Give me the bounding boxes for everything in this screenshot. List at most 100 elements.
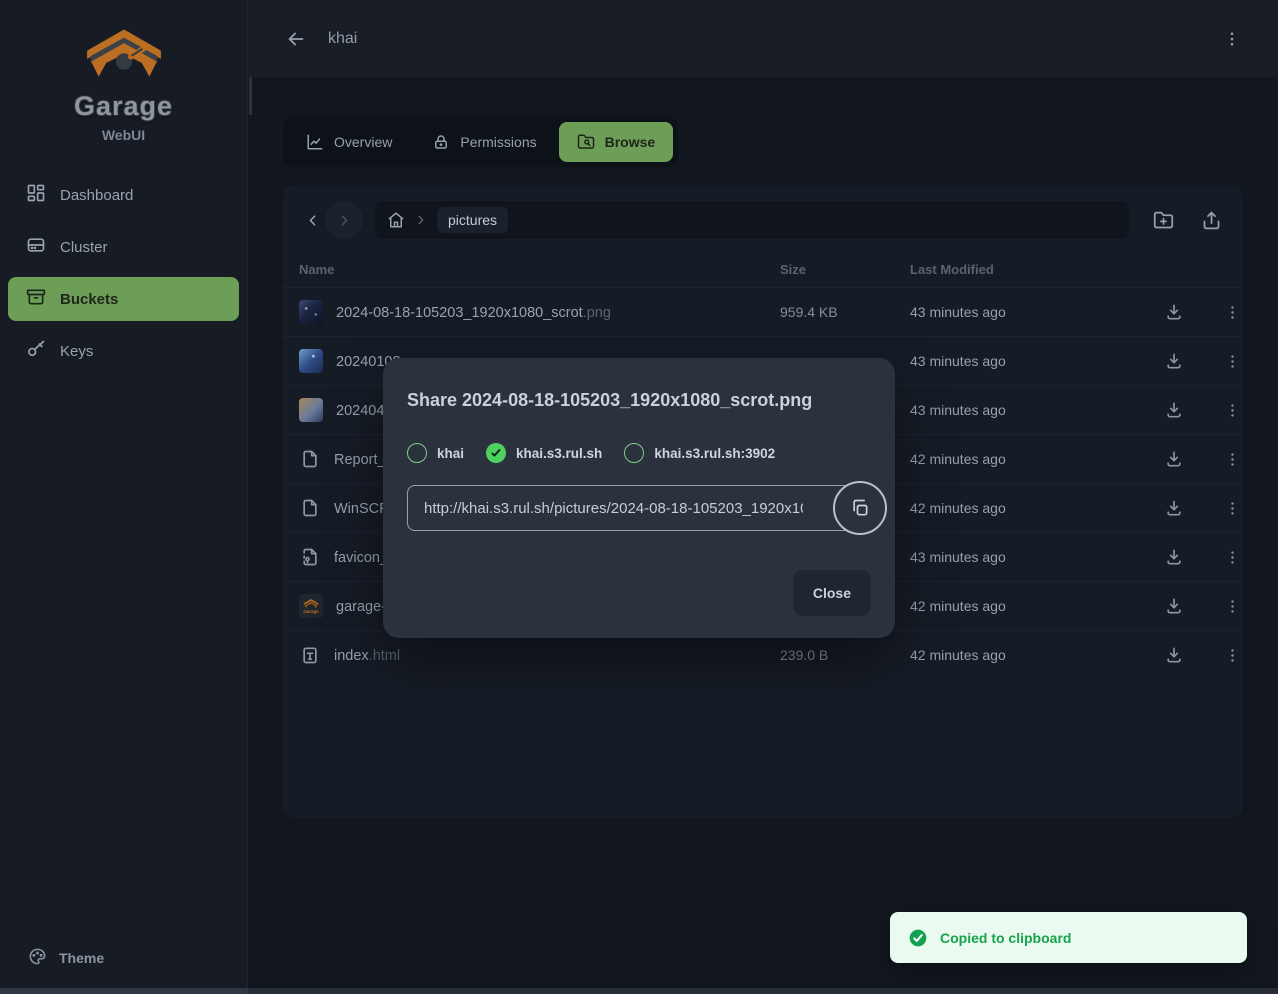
row-menu-button[interactable]: [1221, 448, 1243, 470]
history-forward-button[interactable]: [325, 201, 363, 239]
file-name: 2024-08-18-105203_1920x1080_scrot: [336, 305, 583, 321]
row-actions: [1163, 399, 1243, 421]
bucket-tabs: Overview Permissions Browse: [283, 117, 678, 167]
file-name-cell: 2024-08-18-105203_1920x1080_scrot.png: [299, 300, 780, 324]
download-icon: [1164, 498, 1184, 518]
download-button[interactable]: [1163, 399, 1185, 421]
sidebar-item-keys[interactable]: Keys: [8, 329, 239, 373]
row-menu-button[interactable]: [1221, 350, 1243, 372]
download-button[interactable]: [1163, 546, 1185, 568]
copy-icon: [850, 498, 870, 518]
tab-label: Overview: [334, 134, 392, 150]
domain-option-khai-s3[interactable]: khai.s3.rul.sh: [486, 443, 602, 463]
bucket-menu-button[interactable]: [1218, 25, 1246, 53]
row-actions: [1163, 546, 1243, 568]
row-actions: [1163, 350, 1243, 372]
upload-button[interactable]: [1195, 204, 1227, 236]
sidebar: Garage WebUI Dashboard: [0, 0, 248, 994]
domain-option-khai-s3-port[interactable]: khai.s3.rul.sh:3902: [624, 443, 775, 463]
row-menu-button[interactable]: [1221, 497, 1243, 519]
download-button[interactable]: [1163, 301, 1185, 323]
cluster-icon: [26, 235, 46, 259]
folder-plus-icon: [1153, 210, 1174, 231]
vertical-scrollbar-thumb[interactable]: [249, 77, 252, 115]
ellipsis-vertical-icon: [1224, 549, 1241, 566]
row-menu-button[interactable]: [1221, 546, 1243, 568]
tab-browse[interactable]: Browse: [559, 122, 674, 162]
sidebar-item-cluster[interactable]: Cluster: [8, 225, 239, 269]
tab-permissions[interactable]: Permissions: [414, 122, 554, 162]
download-button[interactable]: [1163, 644, 1185, 666]
row-menu-button[interactable]: [1221, 595, 1243, 617]
file-extension: .png: [583, 305, 611, 321]
tab-label: Browse: [605, 134, 656, 150]
buckets-icon: [26, 287, 46, 311]
home-icon[interactable]: [387, 211, 405, 229]
close-modal-button[interactable]: Close: [793, 570, 871, 616]
app-name: Garage: [74, 91, 173, 122]
domain-option-khai[interactable]: khai: [407, 443, 464, 463]
download-button[interactable]: [1163, 497, 1185, 519]
check-circle-icon: [908, 928, 928, 948]
row-actions: [1163, 644, 1243, 666]
sidebar-item-dashboard[interactable]: Dashboard: [8, 173, 239, 217]
tab-overview[interactable]: Overview: [288, 122, 410, 162]
image-thumbnail: [299, 398, 323, 422]
copy-url-button[interactable]: [833, 481, 887, 535]
file-size: 959.4 KB: [780, 304, 910, 320]
row-actions: [1163, 595, 1243, 617]
chevron-right-icon: [336, 212, 353, 229]
download-button[interactable]: [1163, 350, 1185, 372]
file-scan-icon: [299, 546, 321, 568]
column-size: Size: [780, 262, 910, 277]
file-icon: [299, 497, 321, 519]
ellipsis-vertical-icon: [1224, 500, 1241, 517]
download-icon: [1164, 400, 1184, 420]
file-size: 239.0 B: [780, 647, 910, 663]
file-modified: 42 minutes ago: [910, 598, 1163, 614]
file-type-icon: [299, 644, 321, 666]
row-menu-button[interactable]: [1221, 399, 1243, 421]
file-modified: 43 minutes ago: [910, 549, 1163, 565]
theme-label: Theme: [59, 950, 104, 966]
radio-checked-icon[interactable]: [486, 443, 506, 463]
download-button[interactable]: [1163, 448, 1185, 470]
row-actions: [1163, 301, 1243, 323]
download-button[interactable]: [1163, 595, 1185, 617]
row-menu-button[interactable]: [1221, 644, 1243, 666]
page-header: khai: [248, 0, 1278, 77]
download-icon: [1164, 302, 1184, 322]
share-modal: Share 2024-08-18-105203_1920x1080_scrot.…: [383, 358, 895, 638]
row-menu-button[interactable]: [1221, 301, 1243, 323]
sidebar-item-label: Keys: [60, 343, 93, 360]
horizontal-scrollbar[interactable]: [0, 988, 1278, 994]
history-back-button[interactable]: [299, 201, 325, 239]
share-url-input[interactable]: [407, 485, 874, 531]
page-title: khai: [328, 30, 357, 48]
domain-options: khai khai.s3.rul.sh khai.s3.rul.sh:3902: [407, 443, 871, 463]
sidebar-item-buckets[interactable]: Buckets: [8, 277, 239, 321]
file-modified: 42 minutes ago: [910, 647, 1163, 663]
breadcrumb-folder-pictures[interactable]: pictures: [437, 207, 508, 233]
file-modified: 42 minutes ago: [910, 451, 1163, 467]
download-icon: [1164, 449, 1184, 469]
new-folder-button[interactable]: [1147, 204, 1179, 236]
radio-unchecked-icon[interactable]: [624, 443, 644, 463]
breadcrumb: pictures: [375, 201, 1129, 239]
radio-unchecked-icon[interactable]: [407, 443, 427, 463]
table-row[interactable]: 2024-08-18-105203_1920x1080_scrot.png 95…: [283, 287, 1243, 336]
folder-search-icon: [577, 133, 595, 151]
palette-icon: [28, 947, 47, 969]
file-name-cell: index.html: [299, 644, 780, 666]
ellipsis-vertical-icon: [1224, 402, 1241, 419]
file-name: index: [334, 648, 369, 664]
back-button[interactable]: [282, 25, 310, 53]
table-header: Name Size Last Modified: [283, 251, 1243, 287]
download-icon: [1164, 547, 1184, 567]
sidebar-item-label: Cluster: [60, 239, 108, 256]
key-icon: [26, 339, 46, 363]
chevron-left-icon: [304, 212, 321, 229]
theme-button[interactable]: Theme: [0, 938, 247, 978]
toast-notification: Copied to clipboard: [890, 912, 1247, 963]
arrow-left-icon: [285, 28, 307, 50]
